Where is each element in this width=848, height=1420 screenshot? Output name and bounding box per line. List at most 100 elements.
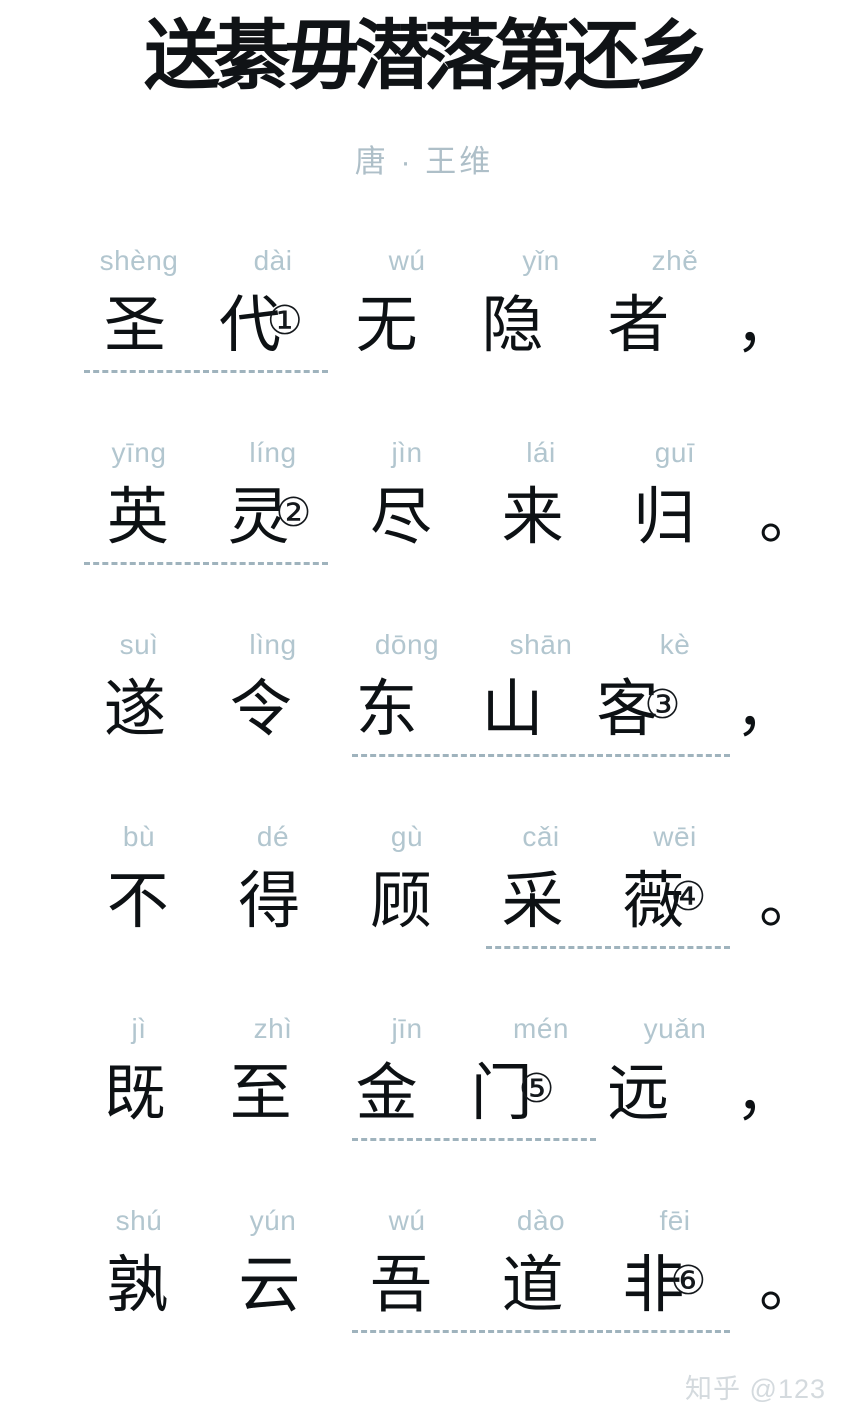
character-cell[interactable]: 东 bbox=[324, 672, 450, 745]
han-character: 远 bbox=[607, 1056, 670, 1129]
character-cell[interactable]: 至 bbox=[198, 1058, 324, 1127]
pinyin-syllable: suì bbox=[119, 629, 159, 660]
poem-body: shèng dài wú yǐn zhě 圣代 ① 无隐者 ， yīng líng jìn lái guī… bbox=[0, 229, 848, 1381]
pinyin-row: shèng dài wú yǐn zhě bbox=[0, 229, 848, 275]
han-character: 孰 bbox=[106, 1248, 169, 1321]
character-cell[interactable]: 顾 bbox=[335, 864, 467, 937]
character-cell[interactable]: 不 bbox=[72, 864, 204, 937]
pinyin-syllable: wēi bbox=[653, 821, 697, 852]
pinyin-syllable: jīn bbox=[391, 1013, 423, 1044]
character-cell[interactable]: 得 bbox=[204, 866, 336, 935]
annotation-marker[interactable]: ④ bbox=[670, 877, 706, 917]
han-character: 英 bbox=[106, 480, 169, 553]
pinyin-syllable: dōng bbox=[374, 629, 440, 660]
character-row: 圣代 ① 无隐者 ， bbox=[0, 288, 848, 374]
pinyin-syllable: yīng bbox=[111, 437, 167, 468]
pinyin-syllable: dé bbox=[256, 821, 290, 852]
han-character: 不 bbox=[106, 864, 169, 937]
character-cell[interactable]: 采 bbox=[467, 866, 599, 935]
han-character: 山 bbox=[481, 672, 544, 745]
line-punctuation: 。 bbox=[759, 867, 820, 937]
han-character: 顾 bbox=[370, 864, 433, 937]
pinyin-row: shú yún wú dào fēi bbox=[0, 1189, 848, 1235]
watermark: 知乎 @123 bbox=[685, 1374, 826, 1404]
line-punctuation: ， bbox=[735, 675, 796, 745]
pinyin-syllable: wú bbox=[388, 1205, 426, 1236]
character-cell[interactable]: 吾 bbox=[335, 1248, 467, 1321]
line-punctuation: ， bbox=[735, 1059, 796, 1129]
character-cell[interactable]: 客③ bbox=[575, 674, 701, 743]
character-cell[interactable]: 归 bbox=[599, 480, 731, 553]
character-cell[interactable]: 令 bbox=[198, 674, 324, 743]
character-cell[interactable]: 无 bbox=[324, 290, 450, 359]
annotation-marker[interactable]: ① bbox=[267, 301, 303, 341]
character-cell[interactable]: 道 bbox=[467, 1248, 599, 1321]
poem-line: suì lìng dōng shān kè 遂令东山客 ③ ， bbox=[0, 613, 848, 805]
character-cell[interactable]: 门⑤ bbox=[450, 1058, 576, 1127]
pinyin-syllable: lái bbox=[526, 437, 556, 468]
pinyin-syllable: mén bbox=[513, 1013, 569, 1044]
pinyin-syllable: shú bbox=[115, 1205, 163, 1236]
han-character: 云 bbox=[238, 1248, 301, 1321]
pinyin-syllable: líng bbox=[249, 437, 297, 468]
han-character: 道 bbox=[501, 1248, 564, 1321]
han-character: 来 bbox=[501, 480, 564, 553]
character-cell[interactable]: 者 bbox=[575, 290, 701, 359]
pinyin-row: yīng líng jìn lái guī bbox=[0, 421, 848, 467]
character-cell[interactable]: 非⑥ bbox=[599, 1250, 731, 1319]
character-cell[interactable]: 英 bbox=[72, 480, 204, 553]
han-character: 金 bbox=[355, 1056, 418, 1129]
character-cell[interactable]: 代① bbox=[198, 290, 324, 359]
dashed-underline bbox=[84, 562, 328, 566]
dashed-underline bbox=[352, 754, 730, 758]
character-cell[interactable]: 孰 bbox=[72, 1248, 204, 1321]
pinyin-row: bù dé gù cǎi wēi bbox=[0, 805, 848, 851]
poem-author-subtitle: 唐 · 王维 bbox=[354, 144, 494, 179]
pinyin-syllable: guī bbox=[654, 437, 696, 468]
han-character: 尽 bbox=[370, 480, 433, 553]
pinyin-syllable: shān bbox=[509, 629, 573, 660]
character-cell[interactable]: 尽 bbox=[335, 480, 467, 553]
character-cell[interactable]: 来 bbox=[467, 480, 599, 553]
han-character: 东 bbox=[355, 672, 418, 745]
pinyin-syllable: yún bbox=[249, 1205, 297, 1236]
han-character: 隐 bbox=[481, 288, 544, 361]
annotation-marker[interactable]: ② bbox=[276, 493, 312, 533]
character-cell[interactable]: 隐 bbox=[450, 288, 576, 361]
pinyin-row: jì zhì jīn mén yuǎn bbox=[0, 997, 848, 1043]
pinyin-syllable: zhě bbox=[651, 245, 699, 276]
character-cell[interactable]: 云 bbox=[204, 1248, 336, 1321]
pinyin-syllable: jì bbox=[131, 1013, 147, 1044]
han-character: 吾 bbox=[370, 1248, 433, 1321]
pinyin-syllable: wú bbox=[388, 245, 426, 276]
poem-line: bù dé gù cǎi wēi 不得顾采薇 ④ 。 bbox=[0, 805, 848, 997]
character-cell[interactable]: 灵② bbox=[204, 482, 336, 551]
poem-line: shú yún wú dào fēi 孰云吾道非 ⑥ 。 bbox=[0, 1189, 848, 1381]
line-punctuation: 。 bbox=[759, 1251, 820, 1321]
character-cell[interactable]: 圣 bbox=[72, 290, 198, 359]
annotation-marker[interactable]: ③ bbox=[644, 685, 680, 725]
page-title: 送綦毋潜落第还乡 bbox=[144, 11, 710, 100]
line-punctuation: ， bbox=[735, 291, 796, 361]
character-row: 不得顾采薇 ④ 。 bbox=[0, 864, 848, 950]
poem-line: yīng líng jìn lái guī 英灵 ② 尽来归。 bbox=[0, 421, 848, 613]
character-cell[interactable]: 既 bbox=[72, 1058, 198, 1127]
pinyin-syllable: yǐn bbox=[522, 245, 560, 276]
han-character: 归 bbox=[633, 480, 696, 553]
pinyin-syllable: cǎi bbox=[522, 821, 560, 852]
character-cell[interactable]: 薇④ bbox=[599, 866, 731, 935]
poem-line: shèng dài wú yǐn zhě 圣代 ① 无隐者 ， bbox=[0, 229, 848, 421]
pinyin-syllable: dào bbox=[516, 1205, 566, 1236]
character-cell[interactable]: 遂 bbox=[72, 674, 198, 743]
pinyin-syllable: zhì bbox=[253, 1013, 293, 1044]
line-punctuation: 。 bbox=[759, 483, 820, 553]
character-cell[interactable]: 金 bbox=[324, 1056, 450, 1129]
pinyin-syllable: kè bbox=[659, 629, 691, 660]
poem-line: jì zhì jīn mén yuǎn 既至金门 ⑤ 远 ， bbox=[0, 997, 848, 1189]
character-cell[interactable]: 山 bbox=[450, 672, 576, 745]
character-row: 遂令东山客 ③ ， bbox=[0, 672, 848, 758]
poem-card: 送綦毋潜落第还乡 唐 · 王维 shèng dài wú yǐn zhě 圣代 ① 无隐者 ， y… bbox=[0, 0, 848, 1420]
annotation-marker[interactable]: ⑥ bbox=[670, 1261, 706, 1301]
character-cell[interactable]: 远 bbox=[575, 1056, 701, 1129]
annotation-marker[interactable]: ⑤ bbox=[519, 1069, 555, 1109]
